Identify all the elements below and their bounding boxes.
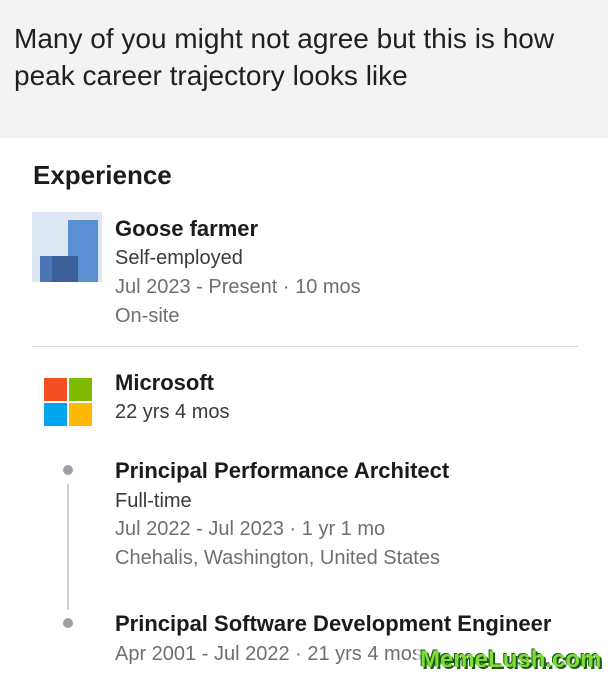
job-title-principal-sde[interactable]: Principal Software Development Engineer [115,611,551,637]
company-logo-generic-icon[interactable] [32,212,102,282]
watermark-text: MemeLush.com [416,646,606,674]
meme-caption: Many of you might not agree but this is … [14,23,555,91]
logo-square-yellow [69,403,92,426]
divider [32,346,578,347]
section-title-experience: Experience [33,160,172,190]
company-name: Self-employed [115,247,243,269]
job-title-goose-farmer[interactable]: Goose farmer [115,216,258,242]
timeline-line [67,484,69,610]
job-title-principal-performance-architect[interactable]: Principal Performance Architect [115,458,449,484]
microsoft-logo-icon[interactable] [44,378,92,426]
job-dates: Apr 2001 - Jul 2022 · 21 yrs 4 mos [115,643,422,665]
workplace-type: On-site [115,305,180,327]
company-duration: 22 yrs 4 mos [115,401,230,423]
job-dates: Jul 2022 - Jul 2023 · 1 yr 1 mo [115,518,386,540]
employment-type: Full-time [115,490,192,512]
logo-shape [52,256,78,282]
company-name-microsoft[interactable]: Microsoft [115,370,214,396]
timeline-dot [63,618,73,628]
logo-square-green [69,378,92,401]
timeline-dot [63,465,73,475]
job-dates: Jul 2023 - Present · 10 mos [115,276,361,298]
logo-square-blue [44,403,67,426]
logo-square-red [44,378,67,401]
job-location: Chehalis, Washington, United States [115,547,440,569]
